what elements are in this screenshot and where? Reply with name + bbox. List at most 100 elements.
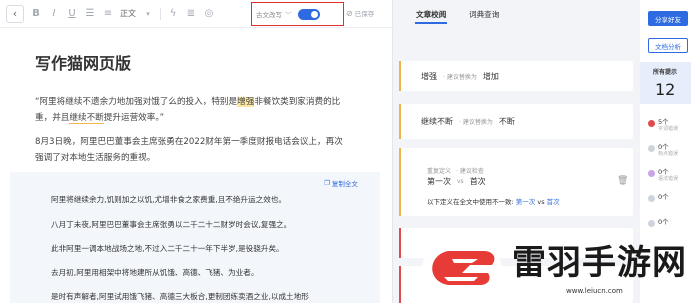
toolbar-divider — [160, 7, 161, 20]
stat-count: 0个 — [658, 218, 669, 226]
document-title[interactable]: 写作猫网页版 — [35, 50, 131, 74]
card-accent — [399, 104, 401, 139]
body-style-select[interactable]: 正文 — [120, 8, 136, 19]
stat-label: 字词错误 — [658, 126, 679, 132]
suggestion-row: 继续不断 · 建议替换为 不断 — [421, 116, 515, 127]
stat-count: 0个 — [658, 193, 669, 201]
status-dot — [648, 145, 655, 152]
note-text: 以下定义在全文中使用不一致: — [427, 198, 514, 206]
text-run: 提升运营效率。” — [103, 113, 165, 123]
saved-label: 已保存 — [354, 10, 375, 18]
numbered-list-icon[interactable]: ≡ — [102, 8, 114, 19]
term-b[interactable]: 首次 — [470, 176, 486, 187]
ai-mode-label: 古文改写 — [256, 11, 282, 19]
text-run: 非餐饮类到家消费的比 — [254, 97, 341, 107]
redundancy-card[interactable]: 重复定义 · 建议检查 第一次 vs 首次 🗑 以下定义在全文中使用不一致: 第… — [399, 148, 633, 216]
ai-mode-select[interactable]: 古文改写 ﹀ — [256, 9, 292, 19]
stat-item[interactable]: 0个 — [648, 193, 669, 202]
app-window: ‹ B I U ☰ ≡ 正文 ▾ ϟ ≣ ◎ 古文改写 ﹀ ⊘ 已保存 写作猫网… — [0, 0, 691, 303]
paragraph[interactable]: 强调了对本地生活服务的重视。 — [35, 150, 375, 166]
status-dot — [648, 195, 655, 202]
stat-item[interactable]: 5个 字词错误 — [648, 118, 678, 133]
copy-icon: ❐ — [324, 179, 330, 187]
status-dot — [648, 120, 655, 127]
suggestion-card[interactable]: 增强 · 建议替换为 增加 — [399, 61, 633, 91]
watermark: 雷羽手游网 www.leiucn.com — [418, 233, 691, 303]
stat-count: 5个 — [658, 118, 669, 126]
highlight-word[interactable]: 继续不断 — [69, 113, 104, 124]
underline-icon[interactable]: U — [66, 8, 78, 19]
chevron-left-icon: ‹ — [12, 7, 18, 20]
chevron-down-icon[interactable]: ▾ — [142, 10, 154, 18]
paragraph[interactable]: 重，并且继续不断提升运营效率。” — [35, 110, 375, 126]
stat-item[interactable]: 0个 标点错误 — [648, 143, 678, 158]
card-type: 重复定义 — [427, 168, 452, 175]
share-button[interactable]: 分享好友 — [648, 11, 688, 26]
card-accent — [399, 148, 401, 216]
card-note: 以下定义在全文中使用不一致: 第一次 vs 首次 — [427, 196, 560, 206]
stat-count: 0个 — [658, 143, 669, 151]
lightning-icon[interactable]: ϟ — [167, 8, 179, 19]
paragraph[interactable]: “阿里将继续不遗余力地加强对饿了么的投入，特别是增强非餐饮类到家消费的比 — [35, 94, 375, 110]
tab-dictionary[interactable]: 词典查询 — [469, 9, 499, 20]
original-word: 增强 — [421, 72, 437, 81]
compare-row: 第一次 vs 首次 — [427, 176, 486, 187]
replacement-word[interactable]: 不断 — [499, 116, 515, 127]
font-color-icon[interactable]: ≣ — [185, 8, 197, 19]
suggestion-card[interactable]: 继续不断 · 建议替换为 不断 — [399, 104, 633, 139]
watermark-text: 雷羽手游网 — [512, 243, 687, 283]
back-button[interactable]: ‹ — [6, 4, 24, 23]
stat-item[interactable]: 0个 — [648, 218, 669, 227]
chevron-down-icon: ﹀ — [285, 11, 292, 19]
term-a[interactable]: 第一次 — [427, 176, 451, 187]
card-accent — [399, 266, 401, 303]
suggestion-row: 增强 · 建议替换为 增加 — [421, 71, 499, 82]
watermark-url: www.leiucn.com — [566, 287, 623, 295]
ai-rewrite-control: 古文改写 ﹀ — [251, 2, 344, 26]
generated-line: 去月初,阿里用相架中将地建所从饥饿、高德、飞猪、为业者。 — [51, 268, 259, 277]
suggestion-hint: · 建议替换为 — [459, 119, 493, 126]
stat-label: 标点错误 — [658, 151, 679, 157]
save-status: ⊘ 已保存 — [346, 8, 375, 19]
card-accent — [399, 61, 401, 91]
copy-all-button[interactable]: ❐ 复制全文 — [324, 178, 358, 188]
watermark-logo-icon — [422, 238, 502, 298]
editor-pane: ‹ B I U ☰ ≡ 正文 ▾ ϟ ≣ ◎ 古文改写 ﹀ ⊘ 已保存 写作猫网… — [0, 0, 393, 303]
doc-analysis-button[interactable]: 文档分析 — [648, 38, 688, 53]
stat-item[interactable]: 0个 语法错误 — [648, 168, 678, 183]
tab-proofread[interactable]: 文章校阅 — [416, 9, 446, 20]
status-dot — [648, 220, 655, 227]
generated-line: 是时有声解者,阿里试用饿飞猪、高德三大板合,更制团练卖酒之业,以成土地形 — [51, 292, 309, 301]
trash-icon[interactable]: 🗑 — [617, 176, 628, 186]
vs-label: vs — [457, 178, 464, 185]
replacement-word[interactable]: 增加 — [483, 71, 499, 82]
card-header: 重复定义 · 建议检查 — [427, 158, 484, 177]
text-run: 重，并且 — [35, 113, 70, 123]
settings-icon[interactable]: ◎ — [203, 8, 215, 19]
card-accent — [399, 228, 401, 258]
ai-toggle[interactable] — [297, 8, 320, 20]
italic-icon[interactable]: I — [48, 8, 60, 19]
generated-text-area — [10, 172, 380, 303]
note-term-b[interactable]: 首次 — [547, 198, 560, 206]
prompt-count: 12 — [655, 80, 676, 99]
list-icon[interactable]: ☰ — [84, 8, 96, 19]
highlight-word[interactable]: 增强 — [237, 97, 255, 107]
generated-line: 八月丁未夜,阿里巴巴董事会主席张勇以二千二十二财岁时会议,复强之。 — [51, 220, 292, 229]
original-word: 继续不断 — [421, 117, 453, 126]
suggestion-hint: · 建议替换为 — [443, 74, 477, 81]
bold-icon[interactable]: B — [30, 8, 42, 19]
status-dot — [648, 170, 655, 177]
stat-label: 语法错误 — [658, 176, 679, 182]
active-tab-indicator — [415, 22, 447, 24]
generated-line: 此非阿里一调本地战场之地,不过入二千二十一年下半岁,是役骁升矣。 — [51, 244, 284, 253]
stat-count: 0个 — [658, 168, 669, 176]
note-term-a[interactable]: 第一次 — [516, 198, 536, 206]
generated-line: 阿里将继续余力,饥则加之以饥,尤增非食之家费重,且不绝升运之效也。 — [51, 195, 287, 204]
text-run: “阿里将继续不遗余力地加强对饿了么的投入，特别是 — [35, 97, 238, 107]
prompt-label: 所有提示 — [653, 69, 678, 76]
check-circle-icon: ⊘ — [346, 8, 353, 18]
card-hint: · 建议检查 — [456, 168, 484, 175]
paragraph[interactable]: 8月3日晚，阿里巴巴董事会主席张勇在2022财年第一季度财报电话会议上，再次 — [35, 134, 375, 150]
note-vs: vs — [537, 198, 545, 206]
